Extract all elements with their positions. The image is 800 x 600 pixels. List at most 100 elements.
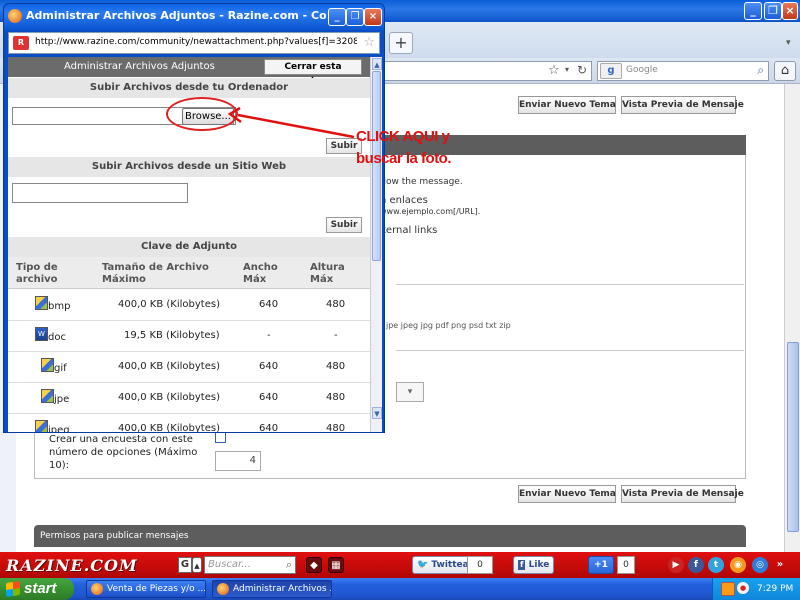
close-button[interactable]: × [782, 2, 798, 20]
text-fragment: n enlaces [380, 195, 428, 206]
table-row: bmp 400,0 KB (Kilobytes) 640 480 [8, 290, 370, 321]
search-icon[interactable]: ⌕ [757, 63, 764, 78]
twitter-count: 0 [467, 556, 493, 574]
youtube-icon[interactable]: ▶ [668, 557, 684, 573]
upload-web-header: Subir Archivos desde un Sitio Web [8, 157, 370, 177]
permissions-header: Permisos para publicar mensajes [34, 525, 746, 547]
taskbar-item-label: Venta de Piezas y/o ... [107, 584, 206, 594]
start-button[interactable]: start [0, 578, 74, 600]
search-box[interactable]: g Google ⌕ [597, 61, 769, 81]
new-tab-button[interactable]: + [389, 32, 413, 54]
image-icon [41, 389, 54, 403]
poll-checkbox[interactable] [215, 432, 226, 443]
start-label: start [24, 580, 57, 597]
web-url-input[interactable] [12, 183, 188, 203]
divider [396, 284, 744, 285]
poll-label: Crear una encuesta con este número de op… [49, 434, 198, 471]
address-bar[interactable]: ☆ ▾ ↻ [378, 61, 592, 81]
text-fragment: elow the message. [378, 177, 463, 187]
max-width: 640 [259, 299, 279, 310]
firefox-icon [217, 583, 229, 595]
image-icon [35, 420, 48, 432]
close-window-button[interactable]: Cerrar esta ventana [264, 59, 362, 86]
taskbar-item-active[interactable]: Administrar Archivos ... [212, 580, 332, 598]
new-topic-button-top[interactable]: Enviar Nuevo Tema [518, 96, 616, 114]
max-size: 400,0 KB (Kilobytes) [118, 361, 220, 372]
max-size: 19,5 KB (Kilobytes) [124, 330, 220, 341]
plusone-button[interactable]: +1 [588, 556, 614, 574]
max-size: 400,0 KB (Kilobytes) [118, 299, 220, 310]
scrollbar-thumb[interactable] [787, 342, 799, 532]
tray-app-icon[interactable] [721, 582, 735, 596]
image-icon [41, 358, 54, 372]
twitter-icon[interactable]: t [708, 557, 724, 573]
allowed-extensions: jpe jpeg jpg pdf png psd txt zip [386, 321, 511, 330]
new-topic-button[interactable]: Enviar Nuevo Tema [518, 485, 616, 503]
popup-url[interactable]: http://www.razine.com/community/newattac… [35, 37, 357, 47]
max-height: 480 [326, 361, 346, 372]
file-extension: doc [48, 332, 66, 343]
poll-options-input[interactable]: 4 [215, 451, 261, 471]
file-extension: bmp [48, 301, 71, 312]
table-row: W doc 19,5 KB (Kilobytes) - - [8, 321, 370, 352]
submit-web-button[interactable]: Subir [326, 217, 362, 233]
twitter-icon: 🐦 [417, 560, 429, 570]
attachment-key-header: Clave de Adjunto [8, 237, 370, 257]
divider [396, 350, 744, 351]
preview-button[interactable]: Vista Previa de Mensaje [621, 485, 744, 503]
taskbar-item[interactable]: Venta de Piezas y/o ... [86, 580, 206, 598]
annotation-line: buscar la foto. [356, 150, 452, 167]
column-header: Altura Máx [310, 262, 345, 285]
chevron-down-icon[interactable]: » [772, 557, 788, 573]
file-extension: jpe [54, 394, 70, 405]
minimize-button[interactable]: _ [744, 2, 762, 20]
popup-address-bar[interactable]: R http://www.razine.com/community/newatt… [8, 32, 380, 54]
bookmark-star-icon[interactable]: ☆ [363, 35, 375, 50]
home-button[interactable]: ⌂ [774, 61, 796, 81]
reload-icon[interactable]: ↻ [577, 63, 587, 77]
table-row: jpe 400,0 KB (Kilobytes) 640 480 [8, 383, 370, 414]
search-placeholder: Google [626, 65, 658, 75]
attachments-title: Administrar Archivos Adjuntos [64, 61, 215, 72]
popup-maximize-button[interactable]: ❐ [346, 8, 364, 26]
max-height: - [334, 330, 338, 341]
max-size: 400,0 KB (Kilobytes) [118, 423, 220, 432]
max-height: 480 [326, 392, 346, 403]
file-extension: gif [54, 363, 67, 374]
select-dropdown[interactable]: ▾ [396, 382, 424, 402]
text-fragment: ternal links [382, 225, 438, 236]
tab-list-icon[interactable]: ▾ [786, 38, 791, 48]
upload-computer-header: Subir Archivos desde tu Ordenador [8, 78, 370, 98]
document-icon: W [35, 327, 48, 341]
globe-icon[interactable]: ◎ [752, 557, 768, 573]
google-icon[interactable]: G [178, 557, 192, 573]
dropdown-icon[interactable]: ▾ [565, 65, 569, 74]
rss-icon[interactable]: ◉ [730, 557, 746, 573]
search-engine-dropdown-icon[interactable]: ▲ [192, 557, 202, 573]
clock: 7:29 PM [757, 584, 794, 594]
site-favicon-icon: R [13, 36, 29, 50]
popup-scrollbar[interactable]: ▲ ▼ [370, 57, 382, 432]
tray-security-icon[interactable]: ● [737, 582, 749, 594]
toolbar-tool-icon[interactable]: ◆ [306, 557, 322, 573]
popup-minimize-button[interactable]: _ [328, 8, 346, 26]
file-extension: jpeg [48, 425, 70, 432]
taskbar: start Venta de Piezas y/o ... Administra… [0, 578, 800, 600]
page-scrollbar[interactable] [784, 84, 800, 552]
facebook-icon[interactable]: f [688, 557, 704, 573]
bookmark-star-icon[interactable]: ☆ [548, 63, 560, 78]
search-icon[interactable]: ⌕ [283, 558, 295, 572]
preview-button-top[interactable]: Vista Previa de Mensaje [621, 96, 744, 114]
google-icon[interactable]: g [600, 63, 622, 79]
scroll-down-icon[interactable]: ▼ [372, 407, 382, 419]
attachments-header: Administrar Archivos Adjuntos Cerrar est… [8, 57, 370, 86]
max-width: 640 [259, 423, 279, 432]
table-row: gif 400,0 KB (Kilobytes) 640 480 [8, 352, 370, 383]
facebook-like-button[interactable]: f Like [513, 556, 555, 574]
maximize-button[interactable]: ❐ [764, 2, 782, 20]
site-logo[interactable]: RAZINE.COM [6, 556, 138, 575]
scroll-up-icon[interactable]: ▲ [372, 58, 382, 70]
facebook-icon: f [518, 560, 526, 570]
toolbar-tool-icon[interactable]: ▦ [328, 557, 344, 573]
popup-close-button[interactable]: × [364, 8, 382, 26]
